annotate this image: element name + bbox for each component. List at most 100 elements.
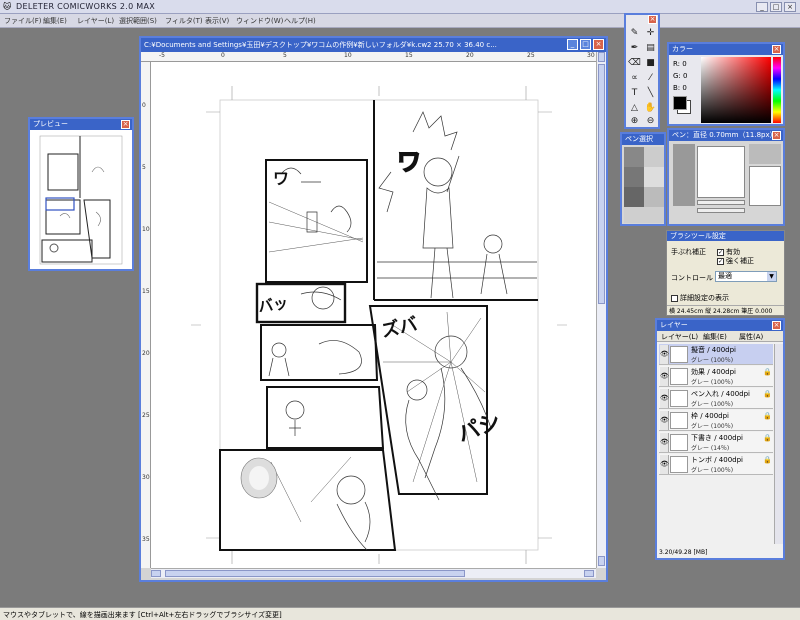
- layer-row[interactable]: 👁 効果 / 400dpi グレー (100％) 🔒: [659, 366, 773, 387]
- scroll-left-button[interactable]: [151, 570, 161, 577]
- menu-layer[interactable]: レイヤー(L): [77, 16, 114, 26]
- pen-settings-icon[interactable]: [749, 144, 781, 164]
- pen-preset-icon[interactable]: [624, 147, 644, 167]
- vertical-scrollbar[interactable]: [596, 52, 606, 568]
- layer-row[interactable]: 👁 擬音 / 400dpi グレー (100％): [659, 344, 773, 365]
- manga-page[interactable]: ワ バッ ズバ パシ ワ: [151, 62, 596, 568]
- pen-opacity-slider[interactable]: [697, 208, 745, 213]
- scroll-down-button[interactable]: [598, 556, 605, 566]
- layer-menu-bar: レイヤー(L) 編集(E) 属性(A): [657, 331, 783, 342]
- fill-tool-icon[interactable]: ■: [644, 57, 657, 70]
- zoom-out-icon[interactable]: ⊖: [644, 115, 657, 128]
- eye-icon[interactable]: 👁: [660, 433, 669, 452]
- pen-preset-icon[interactable]: [624, 207, 664, 223]
- ruler-label: 15: [405, 52, 413, 59]
- horizontal-scrollbar[interactable]: [151, 568, 596, 578]
- eye-icon[interactable]: 👁: [660, 455, 669, 474]
- menu-filter[interactable]: フィルタ(T): [165, 16, 203, 26]
- layer-row[interactable]: 👁 ペン入れ / 400dpi グレー (100％) 🔒: [659, 388, 773, 409]
- ruler-label: -5: [159, 52, 165, 59]
- scroll-right-button[interactable]: [584, 570, 594, 577]
- pen-tip-list[interactable]: [673, 144, 695, 206]
- doc-maximize-button[interactable]: □: [580, 39, 591, 50]
- menu-view[interactable]: 表示(V): [205, 16, 229, 26]
- control-select[interactable]: 最適 ▼: [715, 271, 777, 282]
- pen-tool-icon[interactable]: ✎: [628, 27, 641, 40]
- layer-type: グレー (100％): [691, 379, 734, 386]
- lock-icon[interactable]: 🔒: [763, 368, 772, 376]
- layer-row[interactable]: 👁 枠 / 400dpi グレー (100％) 🔒: [659, 410, 773, 431]
- pen-preset-icon[interactable]: [644, 147, 664, 167]
- layer-menu-layer[interactable]: レイヤー(L): [661, 332, 698, 342]
- shape-tool-icon[interactable]: △: [628, 102, 641, 115]
- control-select-value: 最適: [718, 272, 732, 280]
- close-button[interactable]: ×: [784, 2, 796, 12]
- preview-thumbnail[interactable]: [32, 132, 130, 268]
- eye-icon[interactable]: 👁: [660, 389, 669, 408]
- gradient-tool-icon[interactable]: ▤: [644, 42, 657, 55]
- detail-settings-label: 詳細設定の表示: [680, 294, 729, 302]
- lock-icon[interactable]: 🔒: [763, 390, 772, 398]
- layer-menu-attr[interactable]: 属性(A): [739, 332, 763, 342]
- doc-minimize-button[interactable]: _: [567, 39, 578, 50]
- drawing-canvas[interactable]: ワ バッ ズバ パシ ワ: [151, 62, 596, 568]
- eye-icon[interactable]: 👁: [660, 367, 669, 386]
- horizontal-scroll-thumb[interactable]: [165, 570, 465, 577]
- app-title: DELETER COMICWORKS 2.0 MAX: [16, 2, 156, 11]
- lasso-tool-icon[interactable]: ∝: [628, 72, 641, 85]
- preview-close-button[interactable]: ×: [121, 120, 130, 129]
- color-panel-close-button[interactable]: ×: [772, 45, 781, 54]
- ruler-label: 20: [466, 52, 474, 59]
- toolbox: × ✎ ✛ ✒ ▤ ⌫ ■ ∝ ⁄ T ╲ △ ✋ ⊕ ⊖: [624, 13, 660, 129]
- pen-preset-icon[interactable]: [644, 187, 664, 207]
- minimize-button[interactable]: _: [756, 2, 768, 12]
- sfx-text: ワ: [273, 169, 289, 188]
- toolbox-close-button[interactable]: ×: [648, 15, 657, 24]
- pen-preset-icon[interactable]: [624, 167, 644, 187]
- ruler-label: 10: [344, 52, 352, 59]
- pressure-curve[interactable]: [749, 166, 781, 206]
- menu-selection[interactable]: 選択範囲(S): [119, 16, 157, 26]
- strong-correction-checkbox[interactable]: ✓ 強く補正: [717, 256, 754, 266]
- brush-tool-icon[interactable]: ✒: [628, 42, 641, 55]
- vertical-scroll-thumb[interactable]: [598, 64, 605, 304]
- maximize-button[interactable]: □: [770, 2, 782, 12]
- zoom-in-icon[interactable]: ⊕: [628, 115, 641, 128]
- line-tool-icon[interactable]: ╲: [644, 87, 657, 100]
- doc-close-button[interactable]: ×: [593, 39, 604, 50]
- eraser-tool-icon[interactable]: ⌫: [628, 57, 641, 70]
- menu-window[interactable]: ウィンドウ(W): [236, 16, 283, 26]
- eye-icon[interactable]: 👁: [660, 411, 669, 430]
- layer-scrollbar[interactable]: [774, 344, 783, 544]
- layer-menu-edit[interactable]: 編集(E): [703, 332, 727, 342]
- pen-preset-icon[interactable]: [644, 167, 664, 187]
- layer-type: グレー (14％): [691, 445, 730, 452]
- eye-icon[interactable]: 👁: [660, 345, 669, 364]
- scroll-up-button[interactable]: [598, 52, 605, 62]
- hand-tool-icon[interactable]: ✋: [644, 102, 657, 115]
- sfx-text: ワ: [397, 148, 421, 176]
- layer-panel-close-button[interactable]: ×: [772, 321, 781, 330]
- eyedropper-tool-icon[interactable]: ⁄: [644, 72, 657, 85]
- ruler-vertical: 0 5 10 15 20 25 30 35: [141, 62, 151, 568]
- foreground-color-swatch[interactable]: [673, 96, 687, 110]
- ruler-label: 0: [142, 102, 146, 109]
- lock-icon[interactable]: 🔒: [763, 434, 772, 442]
- menu-edit[interactable]: 編集(E): [43, 16, 67, 26]
- layer-row[interactable]: 👁 下書き / 400dpi グレー (14％) 🔒: [659, 432, 773, 453]
- checkbox-checked-icon: ✓: [717, 257, 724, 265]
- ruler-label: 35: [142, 536, 150, 543]
- lock-icon[interactable]: 🔒: [763, 456, 772, 464]
- detail-settings-checkbox[interactable]: 詳細設定の表示: [671, 293, 729, 303]
- color-picker-field[interactable]: [701, 57, 771, 123]
- menu-file[interactable]: ファイル(F): [4, 16, 42, 26]
- pen-preset-icon[interactable]: [624, 187, 644, 207]
- layer-row[interactable]: 👁 トンボ / 400dpi グレー (100％) 🔒: [659, 454, 773, 475]
- move-tool-icon[interactable]: ✛: [644, 27, 657, 40]
- hue-slider[interactable]: [773, 57, 781, 123]
- pen-panel-close-button[interactable]: ×: [772, 131, 781, 140]
- pen-size-slider[interactable]: [697, 200, 745, 205]
- lock-icon[interactable]: 🔒: [763, 412, 772, 420]
- menu-help[interactable]: ヘルプ(H): [284, 16, 316, 26]
- text-tool-icon[interactable]: T: [628, 87, 641, 100]
